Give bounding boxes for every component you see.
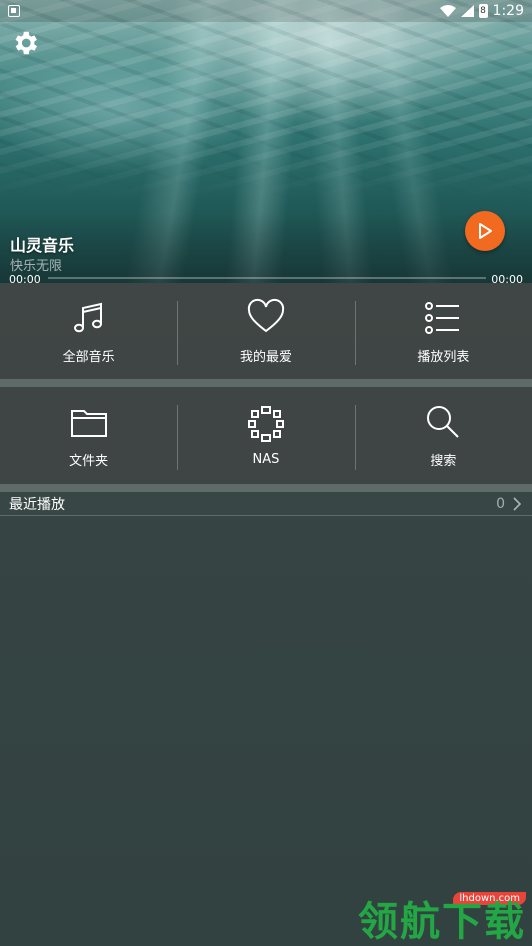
header-shade: [0, 213, 532, 283]
recent-played-row[interactable]: 最近播放 0: [0, 492, 532, 516]
favorites-button[interactable]: 我的最爱: [177, 283, 354, 379]
heart-icon: [247, 298, 285, 332]
watermark: lhdown.com 领航下载: [346, 892, 526, 942]
status-right: 8 1:29: [439, 3, 532, 19]
signal-icon: [460, 5, 474, 17]
watermark-text: 领航下载: [358, 899, 526, 945]
nas-button[interactable]: NAS: [177, 387, 354, 484]
battery-level: 8: [480, 6, 486, 16]
recent-played-label: 最近播放: [9, 496, 65, 513]
nas-icon: [247, 406, 284, 442]
nas-label: NAS: [252, 452, 280, 467]
all-music-button[interactable]: 全部音乐: [0, 283, 177, 379]
folder-label: 文件夹: [69, 454, 109, 469]
search-button[interactable]: 搜索: [354, 387, 532, 484]
library-row-2: 文件夹 NAS 搜索: [0, 387, 532, 484]
folder-button[interactable]: 文件夹: [0, 387, 177, 484]
search-label: 搜索: [430, 454, 457, 469]
folder-icon: [70, 410, 107, 437]
song-title: 山灵音乐: [10, 236, 75, 255]
section-divider: [0, 484, 532, 492]
chevron-right-icon: [513, 496, 522, 511]
header-background: [0, 0, 532, 283]
wifi-icon: [439, 5, 456, 17]
favorites-label: 我的最爱: [239, 349, 292, 365]
status-left: [0, 5, 20, 17]
notification-icon: [8, 5, 20, 17]
section-divider: [0, 379, 532, 387]
playlist-icon: [425, 301, 460, 334]
recent-played-meta: 0: [496, 496, 532, 512]
playlist-label: 播放列表: [417, 349, 470, 365]
battery-icon: 8: [478, 4, 488, 18]
song-subtitle: 快乐无限: [10, 259, 63, 274]
clock: 1:29: [492, 3, 524, 19]
search-icon: [427, 406, 460, 438]
recent-played-count: 0: [496, 495, 505, 512]
play-button[interactable]: [465, 211, 505, 251]
settings-button[interactable]: [10, 28, 40, 58]
play-icon: [479, 223, 492, 239]
gear-icon: [15, 31, 38, 55]
playlist-button[interactable]: 播放列表: [354, 283, 532, 379]
progress-bar[interactable]: [48, 277, 486, 279]
status-bar: 8 1:29: [0, 0, 532, 22]
library-row-1: 全部音乐 我的最爱 播放列表: [0, 283, 532, 379]
all-music-label: 全部音乐: [62, 349, 115, 365]
music-note-icon: [73, 302, 102, 332]
